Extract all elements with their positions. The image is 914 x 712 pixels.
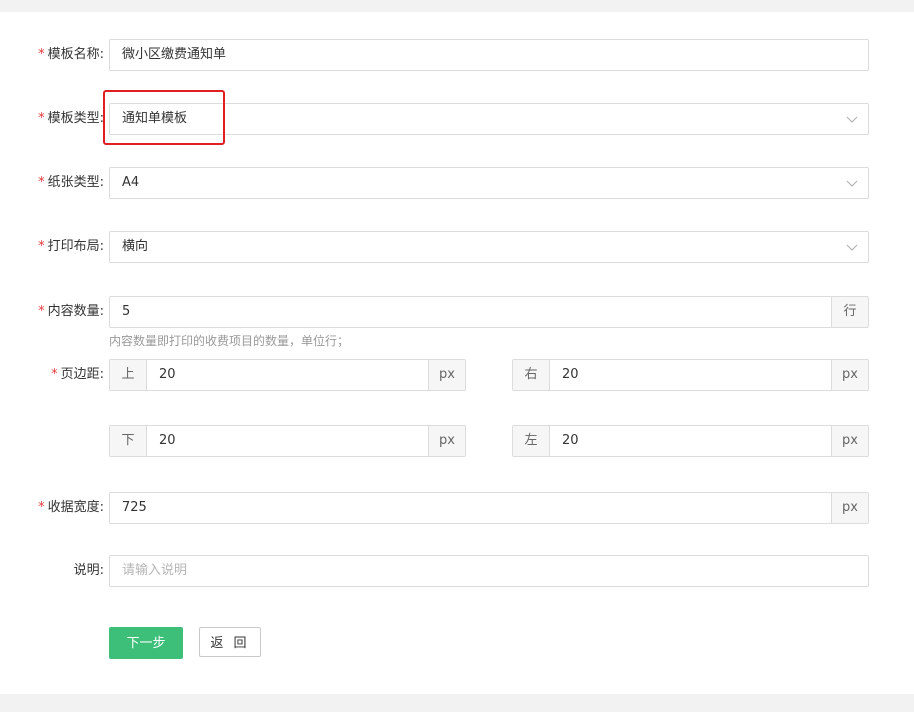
content-count-label-text: 内容数量: (47, 304, 104, 319)
next-step-button[interactable]: 下一步 (109, 627, 183, 659)
required-mark: * (38, 175, 45, 190)
required-mark: * (38, 304, 45, 319)
content-count-hint: 内容数量即打印的收费项目的数量，单位行； (109, 334, 350, 348)
description-placeholder: 请输入说明 (122, 563, 188, 578)
required-mark: * (38, 47, 45, 62)
required-mark: * (38, 500, 45, 515)
description-label-text: 说明: (73, 563, 104, 578)
margin-right-value: 20 (562, 367, 579, 382)
page-margin-label-text: 页边距: (60, 367, 104, 382)
template-name-input[interactable]: 微小区缴费通知单 (109, 39, 869, 71)
margin-top-value: 20 (159, 367, 176, 382)
margin-top-prefix: 上 (110, 360, 147, 390)
receipt-width-value: 725 (122, 500, 147, 515)
margin-bottom-prefix: 下 (110, 426, 147, 456)
page-margin-label: * 页边距: (20, 359, 104, 391)
receipt-width-unit: px (831, 493, 868, 523)
margin-left-prefix: 左 (513, 426, 550, 456)
margin-top-unit: px (428, 360, 465, 390)
required-mark: * (51, 367, 58, 382)
margin-left-value: 20 (562, 433, 579, 448)
template-type-label-text: 模板类型: (47, 111, 104, 126)
template-name-label: * 模板名称: (20, 39, 104, 71)
required-mark: * (38, 239, 45, 254)
description-label: 说明: (20, 555, 104, 587)
content-count-input[interactable]: 5 行 (109, 296, 869, 328)
chevron-down-icon (846, 116, 858, 123)
chevron-down-icon (846, 244, 858, 251)
margin-left-unit: px (831, 426, 868, 456)
print-layout-value: 横向 (122, 239, 149, 254)
margin-right-unit: px (831, 360, 868, 390)
paper-type-select[interactable]: A4 (109, 167, 869, 199)
print-layout-label: * 打印布局: (20, 231, 104, 263)
receipt-width-label: * 收据宽度: (20, 492, 104, 524)
back-button[interactable]: 返 回 (199, 627, 261, 657)
required-mark: * (38, 111, 45, 126)
margin-bottom-value: 20 (159, 433, 176, 448)
paper-type-label: * 纸张类型: (20, 167, 104, 199)
template-type-value: 通知单模板 (122, 111, 188, 126)
template-name-value: 微小区缴费通知单 (122, 47, 227, 62)
content-count-value: 5 (122, 304, 131, 319)
template-name-label-text: 模板名称: (47, 47, 104, 62)
margin-bottom-unit: px (428, 426, 465, 456)
margin-bottom-input[interactable]: 下 20 px (109, 425, 466, 457)
content-count-label: * 内容数量: (20, 296, 104, 328)
template-type-label: * 模板类型: (20, 103, 104, 135)
paper-type-label-text: 纸张类型: (47, 175, 104, 190)
chevron-down-icon (846, 180, 858, 187)
template-type-select[interactable]: 通知单模板 (109, 103, 869, 135)
margin-left-input[interactable]: 左 20 px (512, 425, 869, 457)
print-layout-label-text: 打印布局: (47, 239, 104, 254)
receipt-width-label-text: 收据宽度: (47, 500, 104, 515)
margin-right-input[interactable]: 右 20 px (512, 359, 869, 391)
content-count-unit: 行 (831, 297, 868, 327)
margin-right-prefix: 右 (513, 360, 550, 390)
margin-top-input[interactable]: 上 20 px (109, 359, 466, 391)
paper-type-value: A4 (122, 175, 140, 190)
print-layout-select[interactable]: 横向 (109, 231, 869, 263)
receipt-width-input[interactable]: 725 px (109, 492, 869, 524)
description-input[interactable]: 请输入说明 (109, 555, 869, 587)
